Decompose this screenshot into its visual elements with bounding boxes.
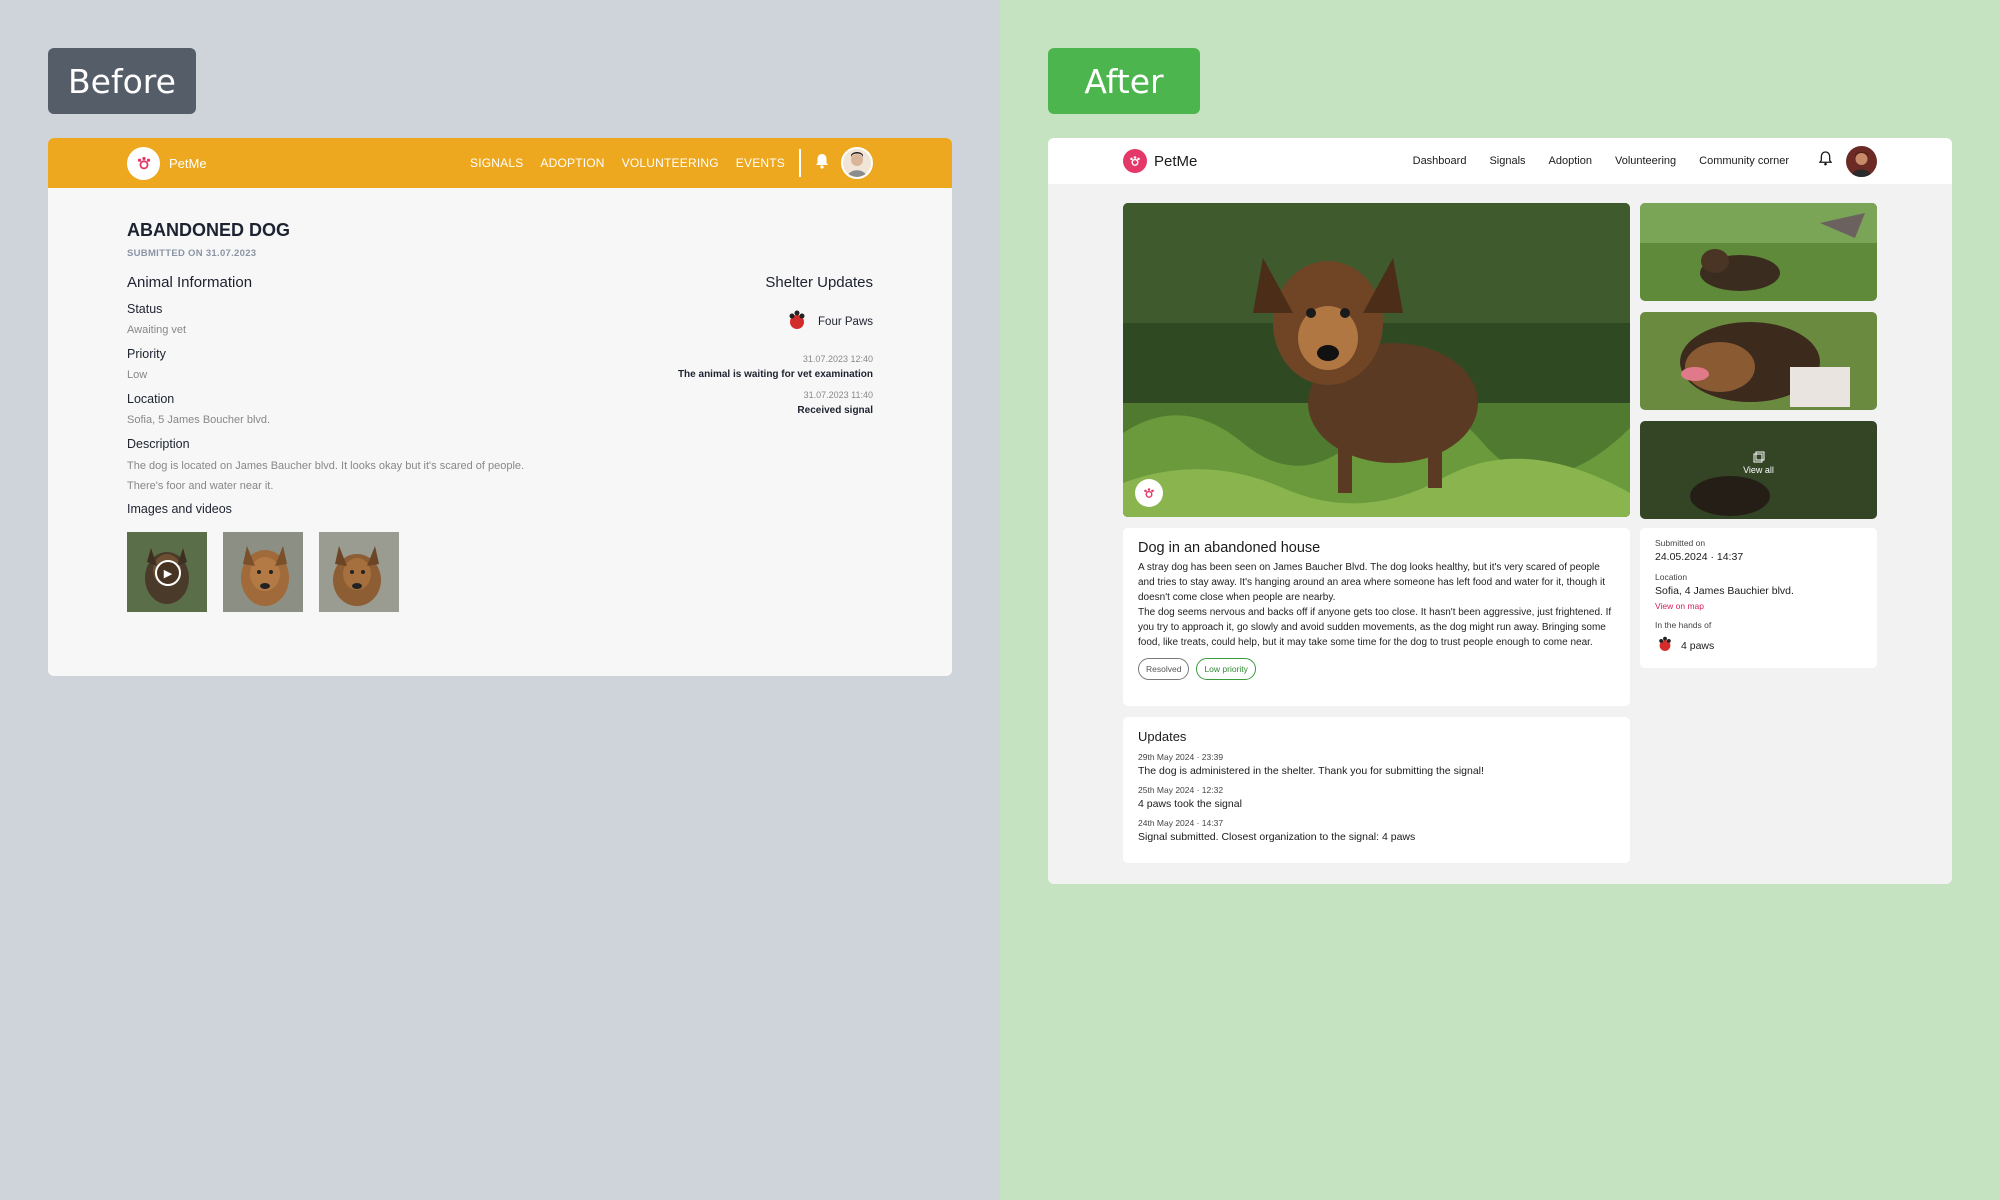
media-label: Images and videos bbox=[127, 502, 232, 516]
status-label: Status bbox=[127, 302, 163, 316]
play-icon[interactable]: ▶ bbox=[155, 560, 181, 586]
after-label: After bbox=[1048, 48, 1200, 114]
location-value: Sofia, 4 James Bauchier blvd. bbox=[1655, 585, 1794, 597]
old-body: ABANDONED DOG SUBMITTED ON 31.07.2023 An… bbox=[127, 188, 873, 676]
brand-name[interactable]: PetMe bbox=[1154, 153, 1197, 170]
old-nav: SIGNALS ADOPTION VOLUNTEERING EVENTS bbox=[453, 147, 873, 179]
location-block: Location Sofia, 4 James Bauchier blvd. V… bbox=[1655, 572, 1862, 611]
description-text: The dog is located on James Baucher blvd… bbox=[127, 460, 525, 492]
new-nav: Dashboard Signals Adoption Volunteering … bbox=[1390, 145, 1877, 177]
before-label: Before bbox=[48, 48, 196, 114]
view-on-map-link[interactable]: View on map bbox=[1655, 601, 1862, 611]
paw-logo-icon[interactable] bbox=[127, 146, 160, 180]
updates-heading: Updates bbox=[1138, 729, 1187, 744]
paw-logo-icon[interactable] bbox=[1123, 149, 1147, 173]
submitted-label: Submitted on bbox=[1655, 538, 1706, 548]
priority-label: Priority bbox=[127, 347, 166, 361]
submitted-block: Submitted on 24.05.2024 · 14:37 bbox=[1655, 538, 1862, 563]
description-paragraph-2: The dog seems nervous and backs off if a… bbox=[1138, 607, 1612, 648]
priority-tag: Low priority bbox=[1196, 658, 1256, 680]
status-value: Awaiting vet bbox=[127, 324, 187, 336]
meta-card: Submitted on 24.05.2024 · 14:37 Location… bbox=[1640, 528, 1877, 668]
status-tag: Resolved bbox=[1138, 658, 1190, 680]
signal-title: Dog in an abandoned house bbox=[1138, 540, 1321, 556]
animal-info-heading: Animal Information bbox=[127, 274, 253, 291]
tag-list: Resolved Low priority bbox=[1138, 658, 1615, 680]
update-text: The dog is administered in the shelter. … bbox=[1138, 765, 1484, 777]
nav-adoption[interactable]: ADOPTION bbox=[540, 156, 604, 170]
location-label: Location bbox=[1655, 572, 1688, 582]
update-text: 4 paws took the signal bbox=[1138, 798, 1242, 810]
page-title: ABANDONED DOG bbox=[127, 220, 291, 240]
four-paws-logo-icon bbox=[1655, 634, 1675, 657]
new-header: PetMe Dashboard Signals Adoption Volunte… bbox=[1048, 138, 1952, 184]
old-app-window: PetMe SIGNALS ADOPTION VOLUNTEERING EVEN… bbox=[48, 138, 952, 676]
update-time: 29th May 2024 · 23:39 bbox=[1138, 752, 1224, 762]
gallery-thumbnail[interactable] bbox=[1640, 312, 1877, 410]
description-paragraph-1: A stray dog has been seen on James Bauch… bbox=[1138, 562, 1606, 603]
shelter-name[interactable]: Four Paws bbox=[818, 316, 873, 328]
gallery-icon bbox=[1753, 451, 1765, 465]
image-thumbnail[interactable] bbox=[319, 532, 399, 612]
avatar[interactable] bbox=[841, 147, 873, 179]
four-paws-logo-icon bbox=[784, 307, 810, 336]
shelter-row: Four Paws bbox=[573, 307, 873, 336]
nav-community-corner[interactable]: Community corner bbox=[1699, 155, 1789, 167]
update-time: 24th May 2024 · 14:37 bbox=[1138, 818, 1224, 828]
nav-adoption[interactable]: Adoption bbox=[1549, 155, 1592, 167]
media-gallery: ▶ bbox=[127, 532, 399, 612]
new-app-window: PetMe Dashboard Signals Adoption Volunte… bbox=[1048, 138, 1952, 884]
submitted-value: 24.05.2024 · 14:37 bbox=[1655, 551, 1744, 563]
image-thumbnail[interactable] bbox=[223, 532, 303, 612]
priority-value: Low bbox=[127, 369, 148, 381]
update-time: 31.07.2023 12:40 bbox=[802, 354, 873, 364]
update-time: 31.07.2023 11:40 bbox=[803, 390, 873, 400]
view-all-button[interactable]: View all bbox=[1640, 421, 1877, 519]
bell-icon[interactable] bbox=[1818, 151, 1833, 171]
hands-label: In the hands of bbox=[1655, 620, 1712, 630]
update-time: 25th May 2024 · 12:32 bbox=[1138, 785, 1224, 795]
description-card: Dog in an abandoned house A stray dog ha… bbox=[1123, 528, 1630, 706]
avatar[interactable] bbox=[1846, 145, 1877, 177]
nav-divider bbox=[799, 149, 801, 177]
old-header: PetMe SIGNALS ADOPTION VOLUNTEERING EVEN… bbox=[48, 138, 952, 188]
submitted-date: SUBMITTED ON 31.07.2023 bbox=[127, 248, 257, 259]
shelter-updates-heading: Shelter Updates bbox=[765, 274, 873, 291]
paw-badge-icon bbox=[1135, 479, 1163, 507]
bell-icon[interactable] bbox=[815, 153, 829, 174]
update-text: Signal submitted. Closest organization t… bbox=[1138, 831, 1416, 843]
hands-value[interactable]: 4 paws bbox=[1681, 640, 1714, 652]
nav-signals[interactable]: Signals bbox=[1489, 155, 1525, 167]
update-text: The animal is waiting for vet examinatio… bbox=[677, 369, 873, 380]
view-all-text[interactable]: View all bbox=[1743, 465, 1774, 475]
update-text: Received signal bbox=[797, 405, 873, 416]
hands-row[interactable]: 4 paws bbox=[1655, 634, 1862, 657]
gallery-thumbnail[interactable] bbox=[1640, 203, 1877, 301]
view-all-label[interactable]: View all bbox=[1640, 451, 1877, 475]
location-value: Sofia, 5 James Boucher blvd. bbox=[127, 414, 271, 426]
hands-block: In the hands of 4 paws bbox=[1655, 620, 1862, 657]
nav-volunteering[interactable]: VOLUNTEERING bbox=[622, 156, 719, 170]
location-label: Location bbox=[127, 392, 175, 406]
hero-image[interactable] bbox=[1123, 203, 1630, 517]
nav-dashboard[interactable]: Dashboard bbox=[1413, 155, 1467, 167]
updates-card: Updates 29th May 2024 · 23:39 The dog is… bbox=[1123, 717, 1630, 863]
shelter-updates: Shelter Updates Four Paws 31.07.2023 12:… bbox=[573, 274, 873, 416]
nav-events[interactable]: EVENTS bbox=[736, 156, 785, 170]
nav-signals[interactable]: SIGNALS bbox=[470, 156, 523, 170]
video-thumbnail[interactable]: ▶ bbox=[127, 532, 207, 612]
nav-volunteering[interactable]: Volunteering bbox=[1615, 155, 1676, 167]
description-label: Description bbox=[127, 437, 190, 451]
brand-name[interactable]: PetMe bbox=[169, 156, 207, 171]
